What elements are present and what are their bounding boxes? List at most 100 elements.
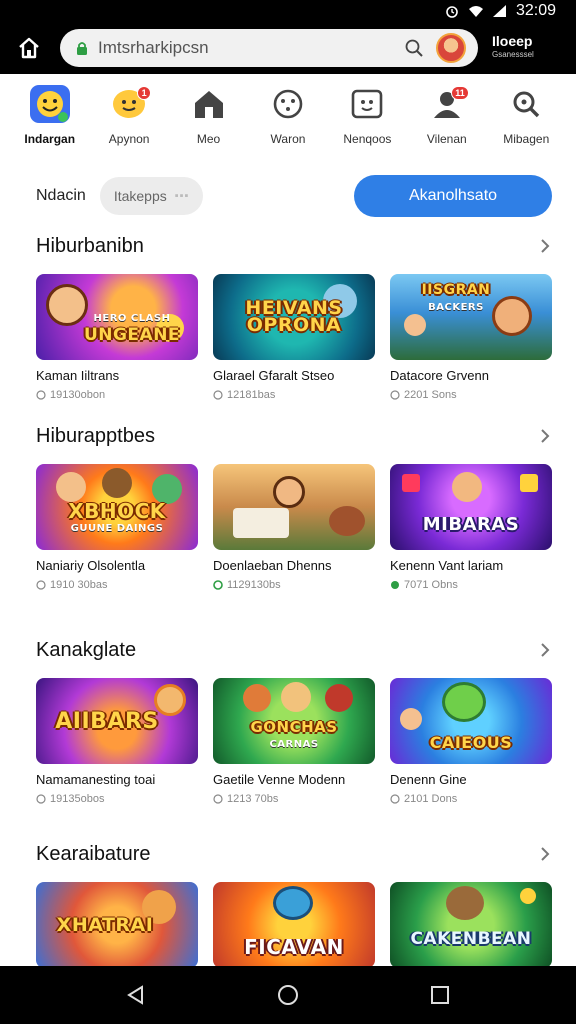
game-art-title: XBHOCK GUUNE DAINGS [68, 499, 166, 534]
category-label: Mibagen [503, 132, 550, 146]
avatar[interactable] [436, 33, 466, 63]
game-meta: 19130obon [36, 389, 198, 401]
game-art-title: XHATRAI [56, 913, 154, 936]
address-bar[interactable]: Imtsrharkipcsn [60, 29, 478, 67]
game-tile[interactable]: GONCHAS CARNAS Gaetile Venne Modenn 1213 … [213, 678, 375, 805]
game-tile[interactable]: XBHOCK GUUNE DAINGS Naniariy Olsolentla 1… [36, 464, 198, 591]
notification-badge: 11 [451, 86, 469, 100]
clock-icon [36, 794, 46, 804]
section-title: Kearaibature [36, 842, 151, 865]
game-art-title: MIBARAS [422, 513, 520, 535]
clock-icon [36, 580, 46, 590]
section-title: Kanakglate [36, 638, 137, 661]
game-tile[interactable]: AIIBARS Namamanesting toai 19135obos [36, 678, 198, 805]
brand-name: Iloeep [492, 33, 533, 49]
game-meta: 1910 30bas [36, 579, 198, 591]
content-section: Kanakglate AIIBARS Namamanesting toai 19… [36, 636, 552, 805]
game-art-title: GONCHAS CARNAS [250, 718, 338, 751]
home-nav-button[interactable] [268, 975, 308, 1015]
recents-square-icon [431, 986, 449, 1004]
browser-toolbar: Imtsrharkipcsn Iloeep Gsanesssel [0, 22, 576, 74]
category-label: Indargan [24, 132, 76, 146]
green-clover-icon [391, 581, 399, 589]
category-item[interactable]: Meo [171, 84, 247, 154]
game-tile[interactable]: Doenlaeban Dhenns 1129130bs [213, 464, 375, 591]
game-tile[interactable]: HERO CLASH UNGEANE Kaman Iiltrans 19130ob… [36, 274, 198, 401]
game-thumbnail: XBHOCK GUUNE DAINGS [36, 464, 198, 550]
game-tile[interactable]: HEIVANS OPRONA Glarael Gfaralt Stseo 121… [213, 274, 375, 401]
brand-subtitle: Gsanesssel [492, 50, 534, 59]
game-title: Kenenn Vant lariam [390, 558, 504, 573]
category-item[interactable]: Mibagen [488, 84, 564, 154]
home-button[interactable] [12, 31, 46, 65]
search-icon[interactable] [404, 38, 424, 58]
game-thumbnail: CAIEOUS [390, 678, 552, 764]
category-item[interactable]: Nenqoos [329, 84, 405, 154]
game-art-title: CAIEOUS [429, 732, 513, 752]
system-nav-bar [0, 966, 576, 1024]
green-clock-icon [213, 580, 223, 590]
category-item[interactable]: 11 Vilenan [409, 84, 485, 154]
game-thumbnail: FICAVAN [213, 882, 375, 968]
section-title: Hiburbanibn [36, 234, 144, 257]
chevron-right-icon[interactable] [538, 643, 552, 657]
category-item[interactable]: Waron [250, 84, 326, 154]
game-art-title: HEIVANS OPRONA [245, 297, 343, 336]
game-meta: 1213 70bs [213, 793, 375, 805]
recents-button[interactable] [420, 975, 460, 1015]
game-meta: 2101 Dons [390, 793, 552, 805]
home-circle-icon [278, 985, 298, 1005]
brand-logo[interactable]: Iloeep Gsanesssel [492, 33, 534, 61]
game-title: Denenn Gine [390, 772, 467, 787]
signal-icon [492, 4, 508, 18]
category-item[interactable]: Indargan [12, 84, 88, 154]
game-title: Glarael Gfaralt Stseo [213, 368, 335, 383]
game-title: Datacore Grvenn [390, 368, 489, 383]
game-title: Kaman Iiltrans [36, 368, 120, 383]
home-icon [19, 37, 39, 59]
clock-icon [36, 390, 46, 400]
window-face-icon [345, 84, 389, 124]
user-icon: 11 [425, 84, 469, 124]
category-item[interactable]: 1 Apynon [91, 84, 167, 154]
category-label: Waron [270, 132, 306, 146]
filter-row: Ndacin Itakepps ▪▪▪ Akanolhsato [36, 174, 552, 218]
game-thumbnail: AIIBARS [36, 678, 198, 764]
category-label: Apynon [108, 132, 150, 146]
game-tile[interactable]: CAIEOUS Denenn Gine 2101 Dons [390, 678, 552, 805]
game-tile[interactable]: XHATRAI [36, 882, 198, 968]
game-tile[interactable]: MIBARAS Kenenn Vant lariam 7071 Obns [390, 464, 552, 591]
game-meta: 19135obos [36, 793, 198, 805]
game-art-title: FICAVAN [244, 934, 344, 959]
more-dots-icon: ▪▪▪ [174, 190, 190, 202]
game-thumbnail [213, 464, 375, 550]
game-thumbnail: GONCHAS CARNAS [213, 678, 375, 764]
category-label: Meo [196, 132, 221, 146]
content-section: Hiburbanibn HERO CLASH UNGEANE Kaman Iilt… [36, 232, 552, 401]
filter-chip[interactable]: Itakepps ▪▪▪ [99, 177, 204, 215]
game-title: Namamanesting toai [36, 772, 156, 787]
chevron-right-icon[interactable] [538, 239, 552, 253]
chevron-right-icon[interactable] [538, 429, 552, 443]
game-thumbnail: HERO CLASH UNGEANE [36, 274, 198, 360]
game-art-title: CAKENBEAN [410, 928, 532, 949]
game-tile[interactable]: FICAVAN [213, 882, 375, 968]
game-meta: 7071 Obns [390, 579, 552, 591]
section-title: Hiburapptbes [36, 424, 155, 447]
game-thumbnail: MIBARAS [390, 464, 552, 550]
game-title: Gaetile Venne Modenn [213, 772, 346, 787]
clock-icon [390, 390, 400, 400]
clock-icon [390, 794, 400, 804]
chevron-right-icon[interactable] [538, 847, 552, 861]
clock-time: 32:09 [515, 2, 556, 19]
wifi-icon [468, 4, 484, 18]
house-icon [187, 84, 231, 124]
game-tile[interactable]: CAKENBEAN [390, 882, 552, 968]
game-tile[interactable]: IISGRAN BACKERS Datacore Grvenn 2201 Sons [390, 274, 552, 401]
game-meta: 2201 Sons [390, 389, 552, 401]
clock-icon [213, 390, 223, 400]
game-thumbnail: CAKENBEAN [390, 882, 552, 968]
content-section: Hiburapptbes XBHOCK GUUNE DAINGS Naniariy… [36, 422, 552, 591]
primary-action-button[interactable]: Akanolhsato [354, 175, 552, 217]
back-button[interactable] [116, 975, 156, 1015]
